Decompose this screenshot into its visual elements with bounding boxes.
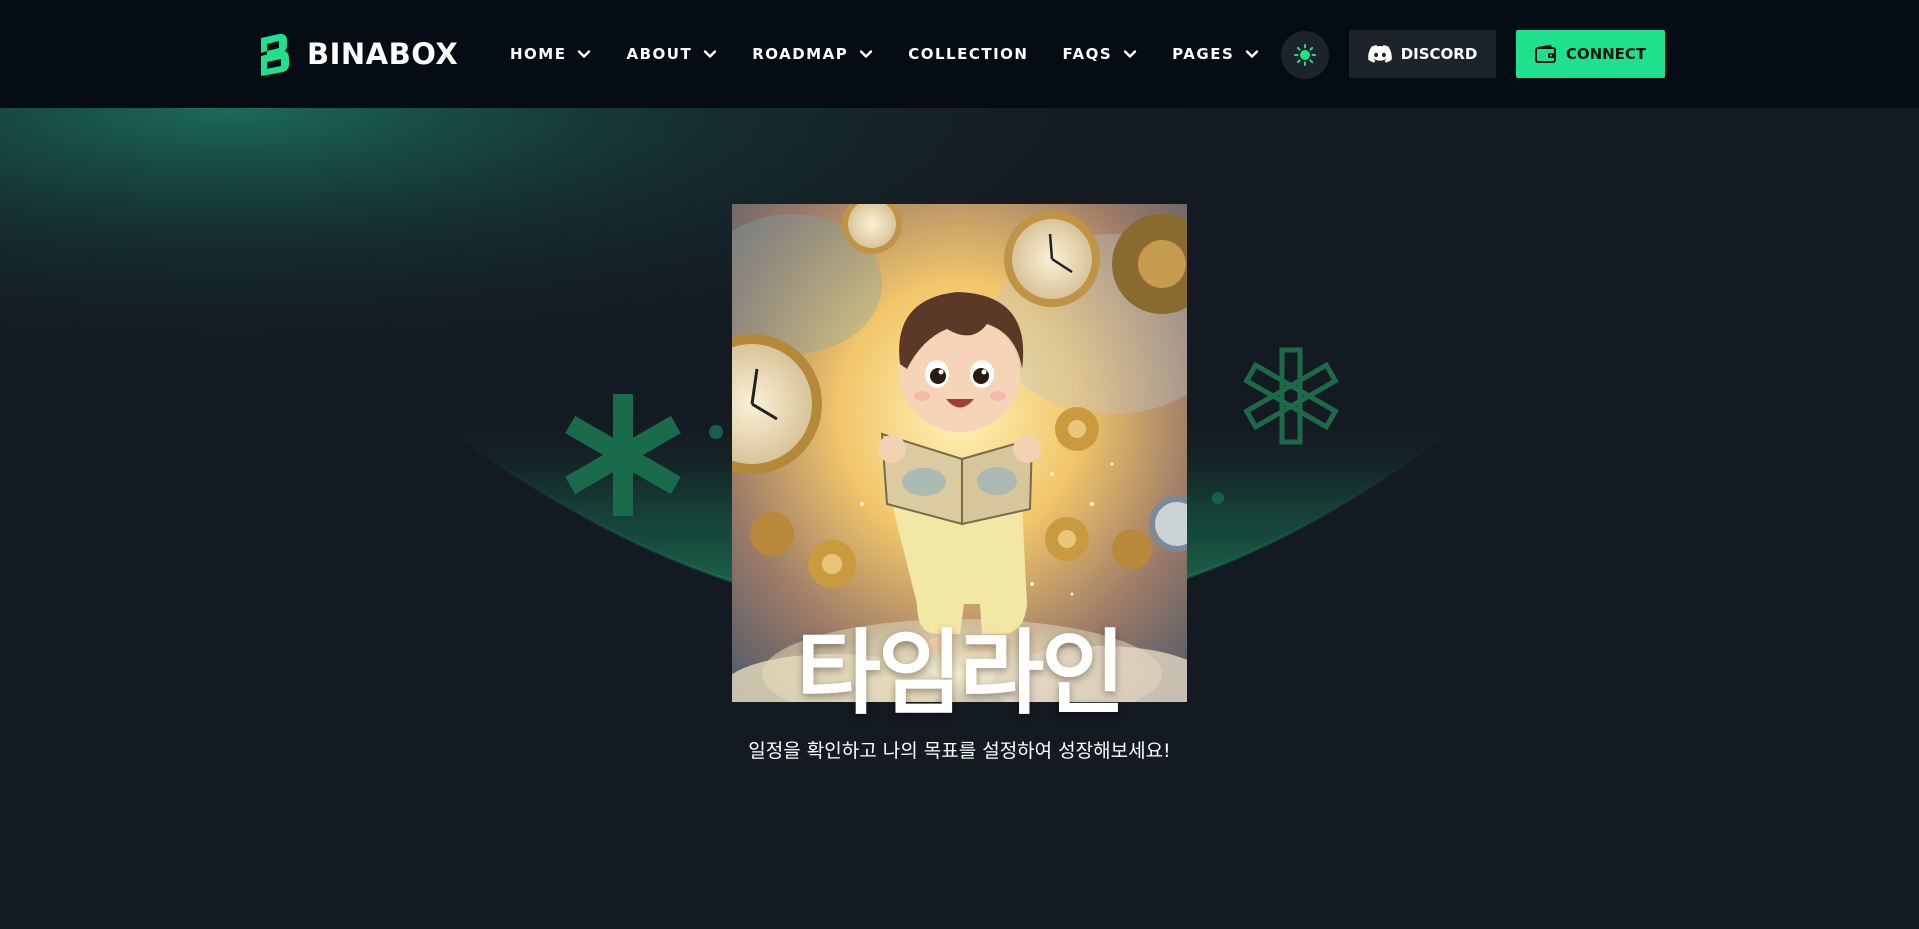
discord-button-label: DISCORD (1400, 45, 1478, 63)
discord-icon (1367, 45, 1392, 63)
sparkle-decoration-icon (1212, 492, 1224, 504)
top-navigation-bar: BINABOX HOME ABOUT ROADMAP COLLECTION FA… (0, 0, 1919, 108)
nav-item-label: HOME (510, 45, 567, 63)
nav-item-pages[interactable]: PAGES (1172, 45, 1260, 63)
brand-name: BINABOX (307, 37, 459, 71)
logo-mark-icon (261, 33, 289, 76)
nav-item-label: COLLECTION (908, 45, 1029, 63)
chevron-down-icon (578, 50, 591, 58)
nav-item-label: ABOUT (626, 45, 693, 63)
connect-wallet-button[interactable]: CONNECT (1516, 30, 1665, 78)
connect-button-label: CONNECT (1565, 45, 1647, 63)
wallet-icon (1534, 45, 1556, 63)
nav-item-roadmap[interactable]: ROADMAP (752, 45, 874, 63)
chevron-down-icon (704, 50, 717, 58)
nav-item-home[interactable]: HOME (510, 45, 592, 63)
nav-item-label: FAQS (1062, 45, 1113, 63)
main-nav: HOME ABOUT ROADMAP COLLECTION FAQS PAGES (510, 36, 1294, 72)
chevron-down-icon (1123, 50, 1137, 58)
chevron-down-icon (860, 50, 873, 58)
nav-item-collection[interactable]: COLLECTION (908, 45, 1028, 63)
chevron-down-icon (1246, 50, 1259, 58)
brand-logo[interactable]: BINABOX (253, 32, 458, 76)
nav-item-faqs[interactable]: FAQS (1062, 45, 1138, 63)
sparkle-decoration-icon (709, 425, 723, 439)
hero-subtitle: 일정을 확인하고 나의 목표를 설정하여 성장해보세요! (748, 740, 1171, 762)
theme-toggle-button[interactable] (1281, 31, 1329, 79)
asterisk-outline-decoration-icon (1243, 347, 1339, 445)
asterisk-decoration-icon (565, 394, 681, 516)
sun-icon (1294, 44, 1316, 66)
discord-button[interactable]: DISCORD (1349, 30, 1496, 78)
nav-item-about[interactable]: ABOUT (626, 45, 718, 63)
hero-title: 타임라인 (796, 620, 1126, 727)
nav-item-label: ROADMAP (752, 45, 849, 63)
nav-item-label: PAGES (1172, 45, 1235, 63)
